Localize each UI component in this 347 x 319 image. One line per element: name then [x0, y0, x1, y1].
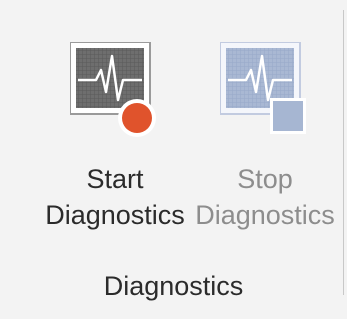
start-diagnostics-button[interactable]: Start Diagnostics [40, 30, 190, 233]
start-diagnostics-label-line2: Diagnostics [45, 200, 185, 230]
monitor-heartbeat-stop-icon [220, 42, 310, 147]
stop-diagnostics-label-line1: Stop [237, 164, 293, 194]
monitor-heartbeat-record-icon [70, 42, 160, 147]
ribbon-group-label: Diagnostics [103, 271, 244, 301]
stop-diagnostics-label-line2: Diagnostics [195, 200, 335, 230]
diagnostics-ribbon-group: Start Diagnostics Stop Diagnostics Diagn… [0, 0, 347, 319]
start-diagnostics-label-line1: Start [86, 164, 144, 194]
group-divider [343, 10, 344, 295]
stop-diagnostics-button[interactable]: Stop Diagnostics [185, 30, 345, 233]
